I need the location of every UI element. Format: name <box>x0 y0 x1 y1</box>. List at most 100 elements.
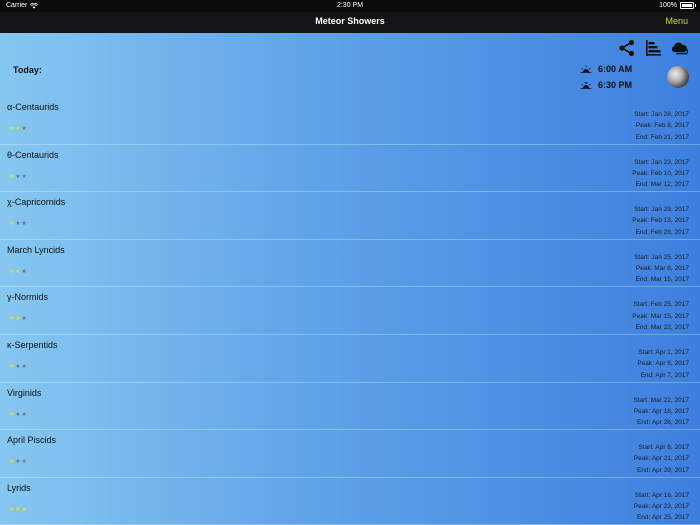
shower-end-date: End: Feb 21, 2017 <box>635 133 690 141</box>
shower-peak-date: Peak: Mar 8, 2017 <box>635 265 689 273</box>
shower-name: χ-Capricornids <box>7 197 66 208</box>
shower-peak-date: Peak: Feb 10, 2017 <box>632 169 689 177</box>
list-item[interactable]: γ-Normids ★ ★ ★ Start: Feb 25, 2017 Peak: Mar… <box>0 287 700 335</box>
shower-list: α-Centaurids ★ ★ ★ Start: Jan 28, 2017 Peak: … <box>0 97 700 525</box>
star-empty-icon: ★ <box>15 363 21 370</box>
shower-dates: Start: Jan 23, 2017 Peak: Feb 10, 2017 End… <box>632 157 689 191</box>
shower-rating: ★ ★ ★ <box>9 268 27 275</box>
shower-rating: ★ ★ ★ <box>9 173 27 180</box>
shower-name: θ-Centaurids <box>7 149 59 160</box>
star-empty-icon: ★ <box>15 411 21 418</box>
shower-peak-date: Peak: Feb 13, 2017 <box>632 217 689 225</box>
list-item[interactable]: Virginids ★ ★ ★ Start: Mar 22, 2017 Peak: Apr… <box>0 383 700 431</box>
list-icon[interactable] <box>644 39 662 57</box>
menu-button[interactable]: Menu <box>665 16 688 26</box>
shower-peak-date: Peak: Apr 21, 2017 <box>633 455 689 463</box>
list-item[interactable]: θ-Centaurids ★ ★ ★ Start: Jan 23, 2017 Peak: … <box>0 145 700 193</box>
list-item[interactable]: March Lyncids ★ ★ ★ Start: Jan 25, 2017 Peak:… <box>0 240 700 288</box>
status-right: 100% <box>659 2 696 9</box>
shower-peak-date: Peak: Apr 23, 2017 <box>633 503 689 511</box>
shower-end-date: End: Feb 28, 2017 <box>635 228 690 236</box>
shower-rating: ★ ★ ★ <box>9 363 27 370</box>
sunrise-time: 6:00 AM <box>598 64 633 74</box>
star-empty-icon: ★ <box>21 126 28 132</box>
shower-rating: ★ ★ ★ <box>9 411 27 418</box>
shower-dates: Start: Jan 25, 2017 Peak: Mar 8, 2017 End:… <box>634 252 689 286</box>
shower-end-date: End: Mar 12, 2017 <box>635 181 689 189</box>
shower-dates: Start: Mar 22, 2017 Peak: Apr 18, 2017 End… <box>633 395 689 429</box>
moon-phase-icon <box>667 66 689 88</box>
shower-name: α-Centaurids <box>7 102 59 112</box>
shower-start-date: Start: Feb 25, 2017 <box>633 301 689 309</box>
list-item[interactable]: Lyrids ★ ★ ★ Start: Apr 16, 2017 Peak: Apr 23… <box>0 478 700 525</box>
shower-dates: Start: Apr 8, 2017 Peak: Apr 21, 2017 End:… <box>634 442 689 476</box>
star-empty-icon: ★ <box>15 221 21 228</box>
shower-name: Lyrids <box>7 482 31 493</box>
shower-end-date: End: Apr 29, 2017 <box>636 466 689 474</box>
star-filled-icon: ★ <box>21 506 28 513</box>
shower-name: γ-Normids <box>7 292 49 303</box>
today-label: Today: <box>13 65 42 75</box>
sunset-icon <box>580 81 592 89</box>
star-empty-icon: ★ <box>15 173 21 180</box>
shower-dates: Start: Apr 16, 2017 Peak: Apr 23, 2017 End… <box>634 490 689 524</box>
star-empty-icon: ★ <box>21 221 28 228</box>
shower-start-date: Start: Apr 8, 2017 <box>638 444 689 452</box>
shower-peak-date: Peak: Mar 15, 2017 <box>632 312 689 320</box>
star-filled-icon: ★ <box>9 221 15 228</box>
cloud-icon[interactable] <box>670 39 688 57</box>
shower-start-date: Start: Jan 23, 2017 <box>634 158 689 166</box>
shower-start-date: Start: Apr 16, 2017 <box>634 491 689 499</box>
shower-dates: Start: Feb 25, 2017 Peak: Mar 15, 2017 End… <box>632 299 689 333</box>
battery-percent: 100% <box>659 2 677 9</box>
shower-end-date: End: Mar 22, 2017 <box>635 323 689 331</box>
page-title: Meteor Showers <box>315 16 385 26</box>
status-bar: Carrier 2:30 PM 100% <box>0 0 700 12</box>
star-empty-icon: ★ <box>21 411 28 418</box>
star-filled-icon: ★ <box>9 316 15 323</box>
star-filled-icon: ★ <box>9 126 15 132</box>
star-empty-icon: ★ <box>21 363 28 370</box>
star-empty-icon: ★ <box>21 316 28 323</box>
sunset-row: 6:30 PM <box>580 80 632 90</box>
shower-name: March Lyncids <box>7 244 65 255</box>
shower-peak-date: Peak: Apr 6, 2017 <box>637 360 689 368</box>
star-filled-icon: ★ <box>9 459 15 466</box>
status-time: 2:30 PM <box>336 2 364 9</box>
shower-dates: Start: Jan 29, 2017 Peak: Feb 13, 2017 End… <box>632 204 689 238</box>
sunset-time: 6:30 PM <box>598 80 633 90</box>
battery-icon <box>680 2 696 9</box>
star-empty-icon: ★ <box>21 459 28 466</box>
nav-bar: Meteor Showers Menu <box>0 12 700 33</box>
list-item[interactable]: April Piscids ★ ★ ★ Start: Apr 8, 2017 Peak: … <box>0 430 700 478</box>
star-filled-icon: ★ <box>9 506 15 513</box>
shower-end-date: End: Apr 26, 2017 <box>636 419 689 427</box>
shower-start-date: Start: Apr 1, 2017 <box>638 348 689 356</box>
share-icon[interactable] <box>618 39 636 57</box>
list-item[interactable]: κ-Serpentids ★ ★ ★ Start: Apr 1, 2017 Peak: A… <box>0 335 700 383</box>
shower-name: κ-Serpentids <box>7 339 58 350</box>
list-item[interactable]: χ-Capricornids ★ ★ ★ Start: Jan 29, 2017 Peak… <box>0 192 700 240</box>
shower-peak-date: Peak: Feb 8, 2017 <box>635 122 689 130</box>
star-empty-icon: ★ <box>21 268 28 275</box>
shower-name: April Piscids <box>7 435 57 446</box>
shower-rating: ★ ★ ★ <box>9 125 27 132</box>
shower-start-date: Start: Jan 25, 2017 <box>634 253 689 261</box>
star-filled-icon: ★ <box>9 363 15 370</box>
star-filled-icon: ★ <box>15 506 21 513</box>
list-item[interactable]: α-Centaurids ★ ★ ★ Start: Jan 28, 2017 Peak: … <box>0 97 700 145</box>
star-filled-icon: ★ <box>15 316 21 323</box>
shower-start-date: Start: Jan 28, 2017 <box>634 111 689 118</box>
star-filled-icon: ★ <box>15 268 21 275</box>
shower-end-date: End: Apr 7, 2017 <box>640 371 689 379</box>
shower-end-date: End: Mar 15, 2017 <box>635 276 689 284</box>
sunrise-row: 6:00 AM <box>580 64 632 74</box>
shower-dates: Start: Jan 28, 2017 Peak: Feb 8, 2017 End:… <box>634 109 689 143</box>
shower-rating: ★ ★ ★ <box>9 458 27 465</box>
shower-dates: Start: Apr 1, 2017 Peak: Apr 6, 2017 End: … <box>637 347 689 381</box>
shower-rating: ★ ★ ★ <box>9 506 27 513</box>
shower-start-date: Start: Jan 29, 2017 <box>634 206 689 214</box>
star-filled-icon: ★ <box>9 411 15 418</box>
shower-end-date: End: Apr 25, 2017 <box>636 514 689 522</box>
shower-rating: ★ ★ ★ <box>9 315 27 322</box>
